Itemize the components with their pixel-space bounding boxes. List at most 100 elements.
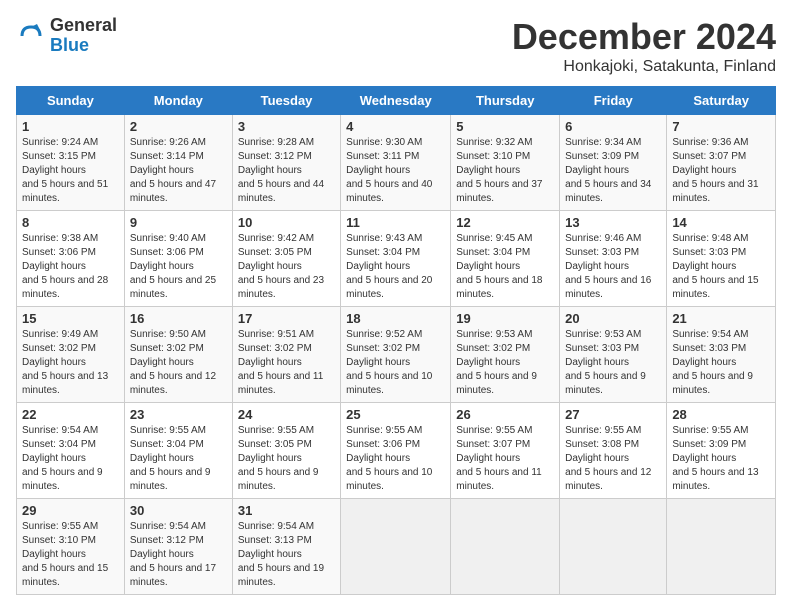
calendar-cell: 7 Sunrise: 9:36 AMSunset: 3:07 PMDayligh… [667,115,776,211]
calendar-cell: 31 Sunrise: 9:54 AMSunset: 3:13 PMDaylig… [232,499,340,595]
calendar-cell: 11 Sunrise: 9:43 AMSunset: 3:04 PMDaylig… [341,211,451,307]
day-info: Sunrise: 9:48 AMSunset: 3:03 PMDaylight … [672,233,758,300]
day-header-saturday: Saturday [667,87,776,115]
calendar-cell: 6 Sunrise: 9:34 AMSunset: 3:09 PMDayligh… [560,115,667,211]
day-number: 4 [346,119,445,134]
day-number: 24 [238,407,335,422]
title-area: December 2024 Honkajoki, Satakunta, Finl… [512,16,776,76]
day-info: Sunrise: 9:28 AMSunset: 3:12 PMDaylight … [238,137,324,204]
day-info: Sunrise: 9:55 AMSunset: 3:09 PMDaylight … [672,425,758,492]
day-number: 2 [130,119,227,134]
day-info: Sunrise: 9:53 AMSunset: 3:03 PMDaylight … [565,329,646,396]
calendar-cell: 28 Sunrise: 9:55 AMSunset: 3:09 PMDaylig… [667,403,776,499]
day-number: 3 [238,119,335,134]
day-header-friday: Friday [560,87,667,115]
day-info: Sunrise: 9:55 AMSunset: 3:06 PMDaylight … [346,425,432,492]
main-title: December 2024 [512,16,776,58]
day-info: Sunrise: 9:34 AMSunset: 3:09 PMDaylight … [565,137,651,204]
day-info: Sunrise: 9:40 AMSunset: 3:06 PMDaylight … [130,233,216,300]
calendar-cell: 12 Sunrise: 9:45 AMSunset: 3:04 PMDaylig… [451,211,560,307]
day-header-monday: Monday [124,87,232,115]
day-number: 28 [672,407,770,422]
day-number: 8 [22,215,119,230]
day-number: 18 [346,311,445,326]
logo-text: General Blue [50,16,117,56]
calendar-cell: 16 Sunrise: 9:50 AMSunset: 3:02 PMDaylig… [124,307,232,403]
calendar-cell: 4 Sunrise: 9:30 AMSunset: 3:11 PMDayligh… [341,115,451,211]
day-info: Sunrise: 9:52 AMSunset: 3:02 PMDaylight … [346,329,432,396]
week-row-1: 1 Sunrise: 9:24 AMSunset: 3:15 PMDayligh… [17,115,776,211]
calendar-cell [341,499,451,595]
day-info: Sunrise: 9:54 AMSunset: 3:12 PMDaylight … [130,521,216,588]
day-number: 10 [238,215,335,230]
calendar-cell: 3 Sunrise: 9:28 AMSunset: 3:12 PMDayligh… [232,115,340,211]
week-row-3: 15 Sunrise: 9:49 AMSunset: 3:02 PMDaylig… [17,307,776,403]
week-row-2: 8 Sunrise: 9:38 AMSunset: 3:06 PMDayligh… [17,211,776,307]
calendar-cell: 2 Sunrise: 9:26 AMSunset: 3:14 PMDayligh… [124,115,232,211]
day-number: 25 [346,407,445,422]
day-number: 7 [672,119,770,134]
calendar-cell: 13 Sunrise: 9:46 AMSunset: 3:03 PMDaylig… [560,211,667,307]
logo-blue: Blue [50,36,117,56]
day-info: Sunrise: 9:43 AMSunset: 3:04 PMDaylight … [346,233,432,300]
day-info: Sunrise: 9:53 AMSunset: 3:02 PMDaylight … [456,329,537,396]
week-row-5: 29 Sunrise: 9:55 AMSunset: 3:10 PMDaylig… [17,499,776,595]
day-number: 19 [456,311,554,326]
calendar-cell: 9 Sunrise: 9:40 AMSunset: 3:06 PMDayligh… [124,211,232,307]
header-row: SundayMondayTuesdayWednesdayThursdayFrid… [17,87,776,115]
day-number: 26 [456,407,554,422]
day-info: Sunrise: 9:51 AMSunset: 3:02 PMDaylight … [238,329,323,396]
day-number: 13 [565,215,661,230]
calendar-cell [451,499,560,595]
calendar-cell: 15 Sunrise: 9:49 AMSunset: 3:02 PMDaylig… [17,307,125,403]
day-info: Sunrise: 9:54 AMSunset: 3:03 PMDaylight … [672,329,753,396]
day-info: Sunrise: 9:32 AMSunset: 3:10 PMDaylight … [456,137,542,204]
day-info: Sunrise: 9:36 AMSunset: 3:07 PMDaylight … [672,137,758,204]
day-info: Sunrise: 9:55 AMSunset: 3:04 PMDaylight … [130,425,211,492]
calendar-cell [560,499,667,595]
day-info: Sunrise: 9:26 AMSunset: 3:14 PMDaylight … [130,137,216,204]
calendar-cell: 1 Sunrise: 9:24 AMSunset: 3:15 PMDayligh… [17,115,125,211]
day-number: 31 [238,503,335,518]
day-info: Sunrise: 9:24 AMSunset: 3:15 PMDaylight … [22,137,108,204]
day-info: Sunrise: 9:55 AMSunset: 3:08 PMDaylight … [565,425,651,492]
day-number: 23 [130,407,227,422]
day-info: Sunrise: 9:49 AMSunset: 3:02 PMDaylight … [22,329,108,396]
day-info: Sunrise: 9:38 AMSunset: 3:06 PMDaylight … [22,233,108,300]
day-info: Sunrise: 9:54 AMSunset: 3:04 PMDaylight … [22,425,103,492]
subtitle: Honkajoki, Satakunta, Finland [512,58,776,76]
day-info: Sunrise: 9:55 AMSunset: 3:05 PMDaylight … [238,425,319,492]
day-number: 21 [672,311,770,326]
calendar-cell: 21 Sunrise: 9:54 AMSunset: 3:03 PMDaylig… [667,307,776,403]
day-number: 6 [565,119,661,134]
calendar-cell: 8 Sunrise: 9:38 AMSunset: 3:06 PMDayligh… [17,211,125,307]
day-number: 20 [565,311,661,326]
calendar-cell: 26 Sunrise: 9:55 AMSunset: 3:07 PMDaylig… [451,403,560,499]
calendar-cell: 10 Sunrise: 9:42 AMSunset: 3:05 PMDaylig… [232,211,340,307]
day-number: 1 [22,119,119,134]
day-number: 29 [22,503,119,518]
day-number: 14 [672,215,770,230]
week-row-4: 22 Sunrise: 9:54 AMSunset: 3:04 PMDaylig… [17,403,776,499]
calendar-cell: 17 Sunrise: 9:51 AMSunset: 3:02 PMDaylig… [232,307,340,403]
calendar-cell: 22 Sunrise: 9:54 AMSunset: 3:04 PMDaylig… [17,403,125,499]
logo: General Blue [16,16,117,56]
day-number: 16 [130,311,227,326]
header: General Blue December 2024 Honkajoki, Sa… [16,16,776,76]
day-info: Sunrise: 9:50 AMSunset: 3:02 PMDaylight … [130,329,216,396]
day-info: Sunrise: 9:55 AMSunset: 3:07 PMDaylight … [456,425,541,492]
day-info: Sunrise: 9:30 AMSunset: 3:11 PMDaylight … [346,137,432,204]
day-number: 12 [456,215,554,230]
logo-general: General [50,16,117,36]
day-number: 11 [346,215,445,230]
calendar-cell: 27 Sunrise: 9:55 AMSunset: 3:08 PMDaylig… [560,403,667,499]
calendar-cell: 19 Sunrise: 9:53 AMSunset: 3:02 PMDaylig… [451,307,560,403]
day-header-thursday: Thursday [451,87,560,115]
day-number: 17 [238,311,335,326]
calendar-cell: 25 Sunrise: 9:55 AMSunset: 3:06 PMDaylig… [341,403,451,499]
day-header-wednesday: Wednesday [341,87,451,115]
calendar-cell [667,499,776,595]
day-number: 5 [456,119,554,134]
day-info: Sunrise: 9:55 AMSunset: 3:10 PMDaylight … [22,521,108,588]
day-info: Sunrise: 9:45 AMSunset: 3:04 PMDaylight … [456,233,542,300]
